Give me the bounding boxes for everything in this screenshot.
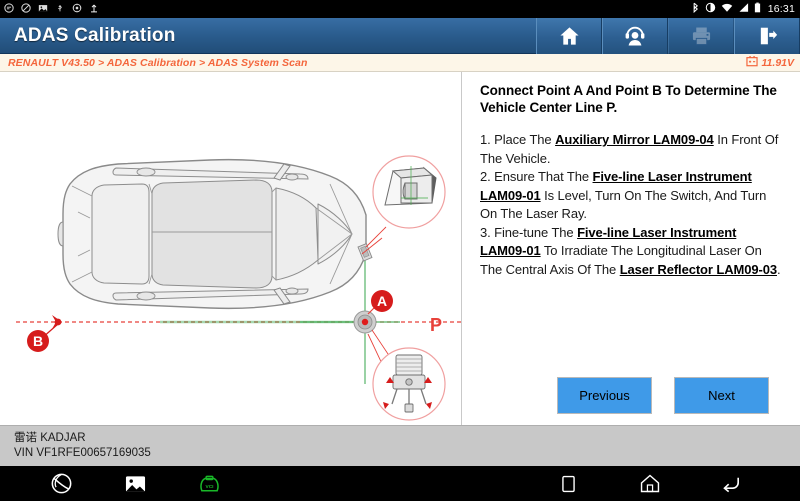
step-3-post: . bbox=[776, 261, 781, 277]
home-button[interactable] bbox=[536, 17, 602, 54]
nav-right-group bbox=[555, 471, 800, 497]
settings-icon bbox=[72, 3, 82, 16]
point-b-marker: B bbox=[27, 315, 62, 352]
instruction-pane: Connect Point A And Point B To Determine… bbox=[463, 72, 800, 425]
step-2-pre: Ensure That The bbox=[494, 169, 593, 184]
home-icon[interactable] bbox=[637, 471, 663, 497]
voltage-indicator: 11.91V bbox=[745, 54, 795, 72]
main-content: B A P Connect Point A And Point B To Det… bbox=[0, 72, 800, 425]
action-button-row: Previous Next bbox=[0, 377, 800, 414]
exit-icon bbox=[760, 27, 777, 44]
signal-icon bbox=[738, 2, 749, 16]
headset-icon bbox=[625, 26, 645, 46]
android-status-bar: 16:31 bbox=[0, 0, 800, 18]
step-3-tool-2: Laser Reflector LAM09-03 bbox=[619, 261, 777, 277]
previous-button[interactable]: Previous bbox=[557, 377, 652, 414]
app-header: ADAS Calibration bbox=[0, 17, 800, 54]
step-1-number: 1. bbox=[480, 132, 495, 147]
printer-icon bbox=[692, 27, 710, 45]
battery-voltage-icon bbox=[745, 54, 758, 72]
home-icon bbox=[559, 26, 579, 45]
bluetooth-icon bbox=[691, 2, 700, 16]
status-bar-clock: 16:31 bbox=[767, 3, 795, 15]
instruction-title: Connect Point A And Point B To Determine… bbox=[480, 83, 777, 115]
auxiliary-mirror-callout bbox=[357, 155, 446, 262]
brightness-icon bbox=[705, 2, 716, 16]
step-1-tool: Auxiliary Mirror LAM09-04 bbox=[555, 132, 714, 147]
vehicle-vin: VIN VF1RFE00657169035 bbox=[14, 447, 151, 459]
recents-icon[interactable] bbox=[555, 471, 581, 497]
step-3-pre: Fine-tune The bbox=[494, 224, 578, 240]
voltage-value: 11.91V bbox=[761, 56, 795, 69]
status-bar-right-icons: 16:31 bbox=[691, 2, 795, 16]
car-body bbox=[57, 158, 367, 310]
next-button[interactable]: Next bbox=[674, 377, 769, 414]
print-button[interactable] bbox=[668, 17, 734, 54]
vci-icon[interactable]: VCI bbox=[196, 471, 222, 497]
message-icon bbox=[4, 2, 14, 16]
center-line-p-label: P bbox=[430, 315, 442, 335]
point-b-label: B bbox=[33, 333, 43, 349]
svg-text:VCI: VCI bbox=[205, 484, 214, 490]
screenshot-icon bbox=[38, 3, 48, 16]
diagram-pane: B A P bbox=[0, 72, 462, 425]
mute-icon bbox=[21, 2, 31, 16]
instruction-step-3: 3. Fine-tune The Five-line Laser Instrum… bbox=[480, 224, 786, 280]
step-1-pre: Place The bbox=[494, 132, 556, 147]
vehicle-model: 雷诺 KADJAR bbox=[14, 432, 86, 444]
page-title: ADAS Calibration bbox=[14, 24, 176, 46]
browser-icon[interactable] bbox=[48, 471, 74, 497]
breadcrumb: RENAULT V43.50 > ADAS Calibration > ADAS… bbox=[8, 56, 308, 69]
step-3-number: 3. bbox=[480, 224, 495, 240]
battery-icon bbox=[754, 2, 761, 16]
usb-icon bbox=[55, 3, 65, 16]
upload-icon bbox=[89, 3, 99, 16]
wifi-icon bbox=[721, 2, 733, 16]
gallery-icon[interactable] bbox=[122, 471, 148, 497]
exit-button[interactable] bbox=[734, 17, 800, 54]
instruction-steps: 1. Place The Auxiliary Mirror LAM09-04 I… bbox=[480, 131, 786, 279]
header-button-group bbox=[536, 17, 800, 54]
android-nav-bar: VCI bbox=[0, 466, 800, 501]
instruction-step-1: 1. Place The Auxiliary Mirror LAM09-04 I… bbox=[480, 131, 786, 168]
back-icon[interactable] bbox=[719, 471, 745, 497]
app-root: 16:31 ADAS Calibration RENAULT V43.50 > … bbox=[0, 0, 800, 501]
vehicle-top-view-diagram: B A P bbox=[16, 155, 461, 421]
status-bar-left-icons bbox=[4, 2, 99, 16]
point-a-label: A bbox=[377, 293, 387, 309]
instruction-step-2: 2. Ensure That The Five-line Laser Instr… bbox=[480, 168, 786, 224]
step-2-number: 2. bbox=[480, 169, 495, 184]
breadcrumb-bar: RENAULT V43.50 > ADAS Calibration > ADAS… bbox=[0, 54, 800, 72]
nav-left-group: VCI bbox=[0, 471, 222, 497]
point-a-marker: A bbox=[353, 290, 393, 334]
vehicle-info-bar: 雷诺 KADJAR VIN VF1RFE00657169035 bbox=[0, 425, 800, 466]
support-button[interactable] bbox=[602, 17, 668, 54]
